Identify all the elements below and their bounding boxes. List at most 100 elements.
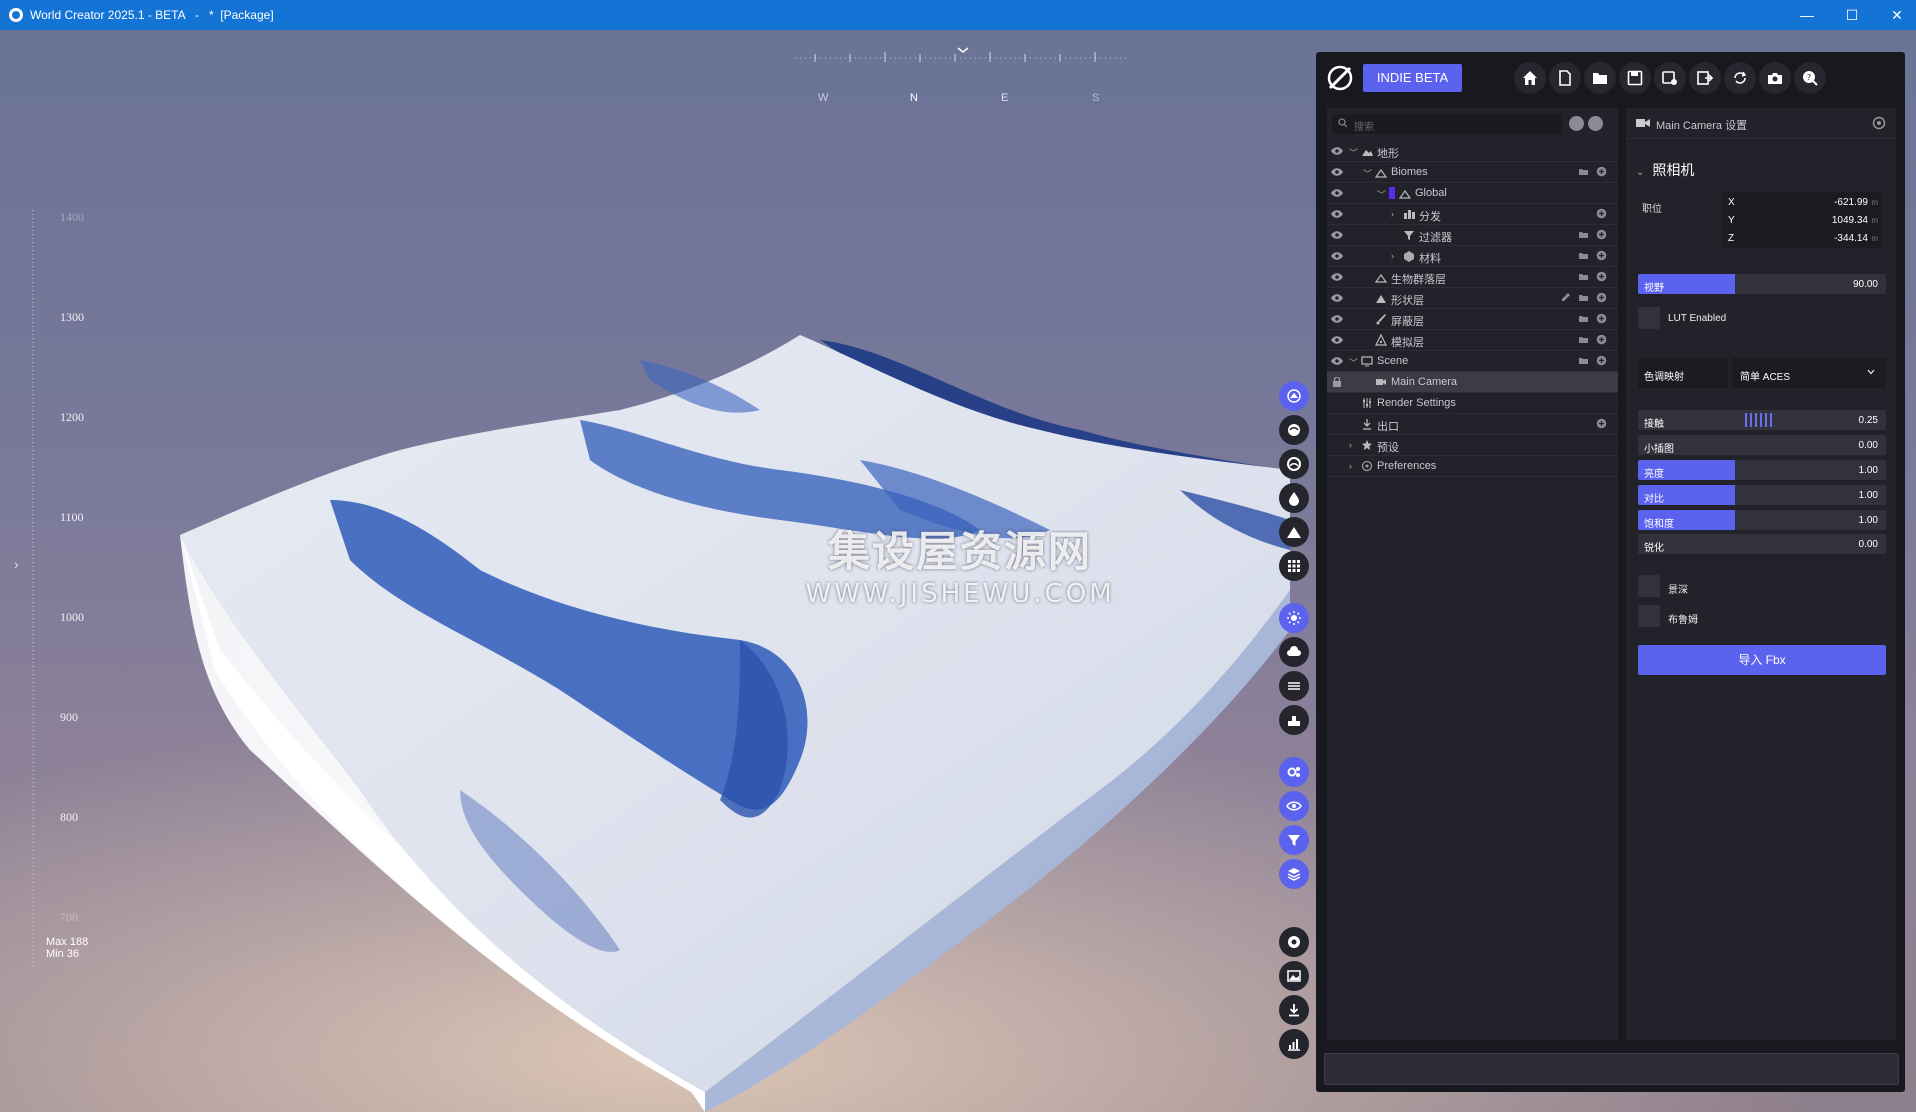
add-icon[interactable] bbox=[1596, 418, 1607, 429]
position-x-field[interactable]: X -621.99 m bbox=[1722, 192, 1882, 212]
add-icon[interactable] bbox=[1596, 334, 1607, 345]
tree-row[interactable]: 出口 bbox=[1327, 414, 1618, 435]
adjust-slider[interactable]: 亮度 1.00 bbox=[1638, 460, 1886, 480]
fov-slider[interactable]: 视野 90.00 bbox=[1638, 274, 1886, 294]
lock-icon[interactable] bbox=[1331, 377, 1343, 387]
camera-section-header[interactable]: ⌄ 照相机 bbox=[1636, 160, 1694, 180]
drop-icon[interactable] bbox=[1279, 483, 1309, 513]
tree-row[interactable]: ﹀ Scene bbox=[1327, 351, 1618, 372]
position-z-field[interactable]: Z -344.14 m bbox=[1722, 228, 1882, 248]
edit-icon[interactable] bbox=[1560, 292, 1571, 303]
add-icon[interactable] bbox=[1596, 166, 1607, 177]
water-ring-icon[interactable] bbox=[1279, 449, 1309, 479]
layers-lines-icon[interactable] bbox=[1279, 671, 1309, 701]
visibility-eye-icon[interactable] bbox=[1331, 188, 1343, 198]
camera-icon[interactable] bbox=[1759, 62, 1791, 94]
slider-handle[interactable] bbox=[1745, 413, 1775, 427]
maximize-button[interactable]: ☐ bbox=[1837, 4, 1867, 26]
close-button[interactable]: ✕ bbox=[1882, 4, 1912, 26]
adjust-slider[interactable]: 对比 1.00 bbox=[1638, 485, 1886, 505]
tree-row[interactable]: ﹀ Global bbox=[1327, 183, 1618, 204]
tree-row[interactable]: Render Settings bbox=[1327, 393, 1618, 414]
tree-row[interactable]: 屏蔽层 bbox=[1327, 309, 1618, 330]
eye-icon[interactable] bbox=[1279, 791, 1309, 821]
visibility-eye-icon[interactable] bbox=[1331, 314, 1343, 324]
edition-badge-button[interactable]: INDIE BETA bbox=[1363, 64, 1462, 92]
stamp-icon[interactable] bbox=[1279, 705, 1309, 735]
settings-gear-icon[interactable] bbox=[1872, 116, 1886, 130]
gears-icon[interactable] bbox=[1279, 757, 1309, 787]
add-icon[interactable] bbox=[1596, 292, 1607, 303]
visibility-eye-icon[interactable] bbox=[1331, 335, 1343, 345]
chevron-right-icon[interactable]: › bbox=[1391, 209, 1394, 219]
tree-row[interactable]: 模拟层 bbox=[1327, 330, 1618, 351]
add-icon[interactable] bbox=[1596, 271, 1607, 282]
mountain-icon[interactable] bbox=[1279, 517, 1309, 547]
tonemapping-dropdown[interactable]: 简单 ACES bbox=[1732, 358, 1886, 388]
visibility-eye-icon[interactable] bbox=[1331, 167, 1343, 177]
folder-icon[interactable] bbox=[1578, 355, 1589, 366]
filter-icon[interactable] bbox=[1279, 825, 1309, 855]
visibility-eye-icon[interactable] bbox=[1331, 251, 1343, 261]
add-icon[interactable] bbox=[1596, 250, 1607, 261]
record-icon[interactable] bbox=[1279, 927, 1309, 957]
visibility-eye-icon[interactable] bbox=[1331, 293, 1343, 303]
home-icon[interactable] bbox=[1514, 62, 1546, 94]
adjust-slider[interactable]: 锐化 0.00 bbox=[1638, 534, 1886, 554]
folder-icon[interactable] bbox=[1578, 313, 1589, 324]
add-icon[interactable] bbox=[1596, 208, 1607, 219]
minimize-button[interactable]: — bbox=[1792, 4, 1822, 26]
folder-icon[interactable] bbox=[1578, 334, 1589, 345]
chevron-right-icon[interactable]: › bbox=[1349, 461, 1352, 471]
add-icon[interactable] bbox=[1596, 355, 1607, 366]
checkbox[interactable] bbox=[1638, 307, 1660, 329]
visibility-eye-icon[interactable] bbox=[1331, 146, 1343, 156]
tree-row[interactable]: Main Camera bbox=[1327, 372, 1618, 393]
save-as-icon[interactable] bbox=[1654, 62, 1686, 94]
tree-row[interactable]: › 材料 bbox=[1327, 246, 1618, 267]
grid-icon[interactable] bbox=[1279, 551, 1309, 581]
tree-row[interactable]: ﹀ Biomes bbox=[1327, 162, 1618, 183]
sync-icon[interactable] bbox=[1724, 62, 1756, 94]
tree-row[interactable]: 生物群落层 bbox=[1327, 267, 1618, 288]
tree-search-input[interactable]: 搜索 bbox=[1332, 114, 1562, 134]
adjust-slider[interactable]: 饱和度 1.00 bbox=[1638, 510, 1886, 530]
tree-row[interactable]: 形状层 bbox=[1327, 288, 1618, 309]
chevron-down-icon[interactable]: ﹀ bbox=[1363, 167, 1372, 180]
open-folder-icon[interactable] bbox=[1584, 62, 1616, 94]
stack-icon[interactable] bbox=[1279, 859, 1309, 889]
help-icon[interactable]: ? bbox=[1794, 62, 1826, 94]
cloud-icon[interactable] bbox=[1279, 637, 1309, 667]
chart-icon[interactable] bbox=[1279, 1029, 1309, 1059]
import-fbx-button[interactable]: 导入 Fbx bbox=[1638, 645, 1886, 675]
chevron-down-icon[interactable]: ﹀ bbox=[1377, 188, 1386, 201]
add-icon[interactable] bbox=[1596, 229, 1607, 240]
chevron-right-icon[interactable]: › bbox=[1391, 251, 1394, 261]
chevron-right-icon[interactable]: › bbox=[1349, 440, 1352, 450]
folder-icon[interactable] bbox=[1578, 292, 1589, 303]
save-icon[interactable] bbox=[1619, 62, 1651, 94]
download-icon[interactable] bbox=[1279, 995, 1309, 1025]
sun-icon[interactable] bbox=[1279, 603, 1309, 633]
tree-row[interactable]: ﹀ 地形 bbox=[1327, 141, 1618, 162]
adjust-slider[interactable]: 接触 0.25 bbox=[1638, 410, 1886, 430]
export-icon[interactable] bbox=[1689, 62, 1721, 94]
add-icon[interactable] bbox=[1596, 313, 1607, 324]
terrain-brush-icon[interactable] bbox=[1279, 381, 1309, 411]
folder-icon[interactable] bbox=[1578, 229, 1589, 240]
position-y-field[interactable]: Y 1049.34 m bbox=[1722, 210, 1882, 230]
visibility-eye-icon[interactable] bbox=[1331, 356, 1343, 366]
globe-icon[interactable] bbox=[1279, 415, 1309, 445]
new-file-icon[interactable] bbox=[1549, 62, 1581, 94]
tree-row[interactable]: › 分发 bbox=[1327, 204, 1618, 225]
checkbox[interactable] bbox=[1638, 575, 1660, 597]
tree-row[interactable]: › Preferences bbox=[1327, 456, 1618, 477]
folder-icon[interactable] bbox=[1578, 166, 1589, 177]
visibility-eye-icon[interactable] bbox=[1331, 272, 1343, 282]
chevron-down-icon[interactable]: ﹀ bbox=[1349, 356, 1358, 369]
image-icon[interactable] bbox=[1279, 961, 1309, 991]
expand-left-icon[interactable]: › bbox=[14, 556, 19, 572]
collapse-all-button[interactable] bbox=[1569, 116, 1584, 131]
visibility-eye-icon[interactable] bbox=[1331, 209, 1343, 219]
adjust-slider[interactable]: 小插图 0.00 bbox=[1638, 435, 1886, 455]
